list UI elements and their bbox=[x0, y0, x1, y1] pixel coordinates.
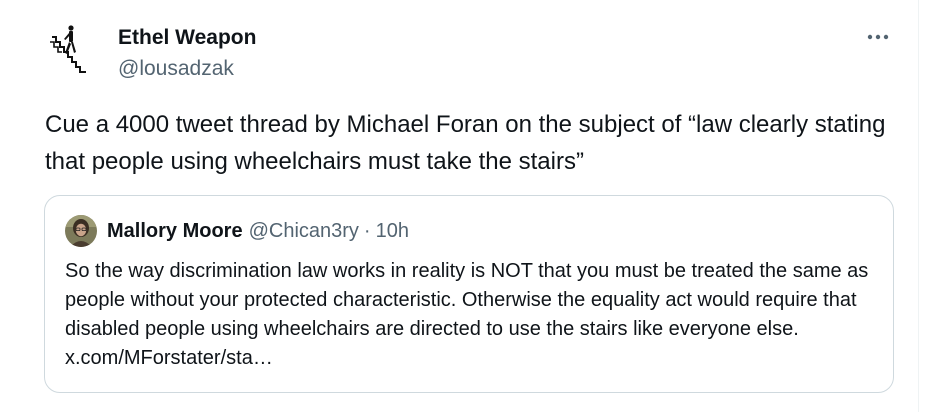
author-handle[interactable]: @lousadzak bbox=[118, 56, 234, 82]
person-photo-icon bbox=[65, 215, 97, 247]
author-name[interactable]: Ethel Weapon bbox=[118, 25, 256, 51]
separator-dot: · bbox=[363, 219, 371, 242]
quoted-author-avatar[interactable] bbox=[65, 215, 97, 247]
tweet: Ethel Weapon @lousadzak Cue a 4000 tweet… bbox=[0, 0, 929, 412]
quoted-tweet-text: So the way discrimination law works in r… bbox=[65, 260, 869, 369]
quoted-timestamp[interactable]: 10h bbox=[376, 220, 409, 243]
quoted-tweet[interactable]: Mallory Moore @Chican3ry · 10h So the wa… bbox=[44, 195, 894, 393]
more-horizontal-icon bbox=[867, 34, 889, 40]
stairs-wheelchair-figure-icon bbox=[50, 25, 86, 73]
quoted-author-handle[interactable]: @Chican3ry bbox=[249, 220, 359, 243]
quoted-tweet-header: Mallory Moore @Chican3ry · 10h bbox=[65, 213, 409, 249]
tweet-text: Cue a 4000 tweet thread by Michael Foran… bbox=[45, 111, 886, 175]
quoted-author-name[interactable]: Mallory Moore bbox=[107, 220, 243, 243]
timeline-divider bbox=[918, 0, 919, 412]
more-button[interactable] bbox=[861, 24, 895, 50]
author-avatar[interactable] bbox=[44, 22, 100, 78]
